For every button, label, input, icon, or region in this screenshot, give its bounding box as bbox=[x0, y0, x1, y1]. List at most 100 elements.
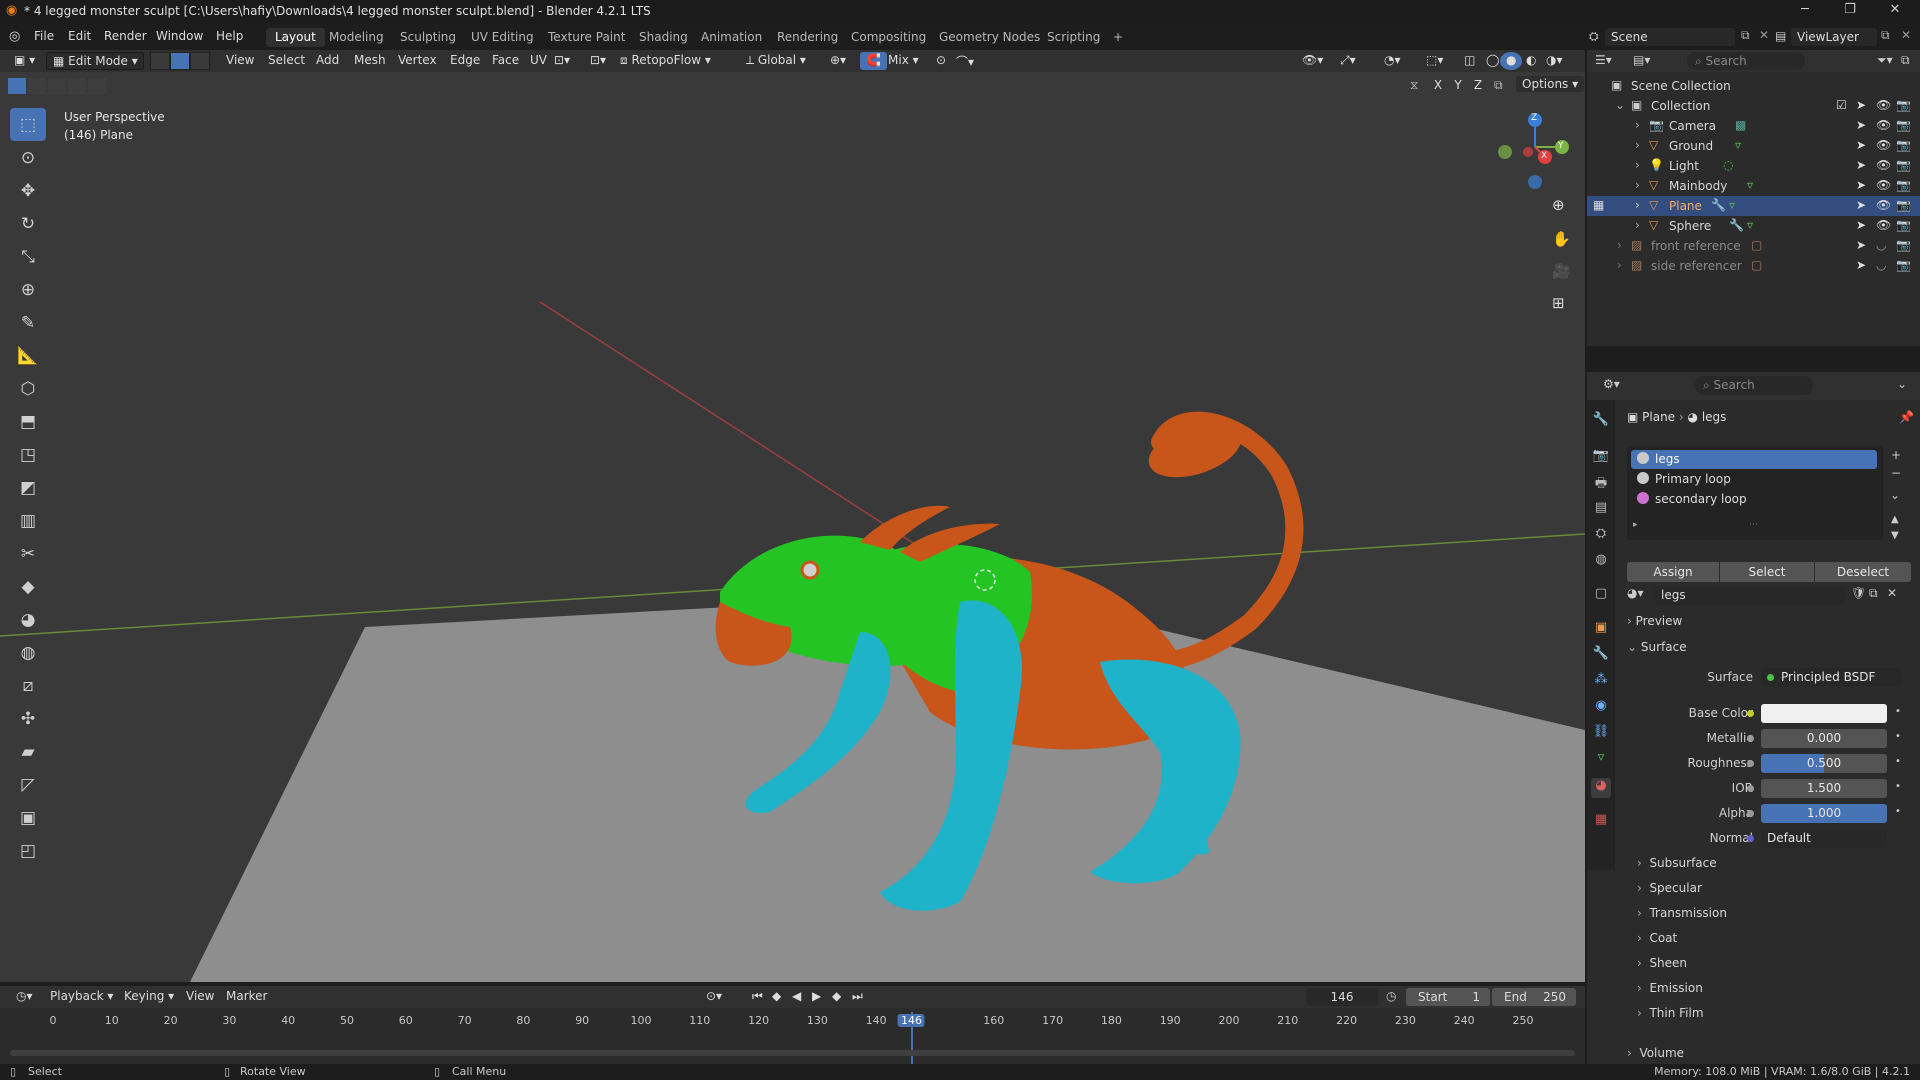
collection-select-icon[interactable]: ➤ bbox=[1856, 98, 1866, 112]
minimize-button[interactable]: ─ bbox=[1785, 2, 1825, 22]
select-icon[interactable]: ➤ bbox=[1856, 198, 1866, 212]
normal-field[interactable]: Default bbox=[1761, 829, 1887, 848]
metallic-field[interactable]: 0.000 bbox=[1761, 729, 1887, 748]
workspace-tab-modeling[interactable]: Modeling bbox=[320, 28, 393, 47]
surface-panel-header[interactable]: ⌄ Surface bbox=[1627, 640, 1917, 662]
modifiers-tab-icon[interactable]: 🔧 bbox=[1591, 646, 1611, 666]
outliner-item[interactable]: › ▽ Ground ▿ ➤ 👁 📷 bbox=[1587, 136, 1920, 156]
particles-tab-icon[interactable]: ⁂ bbox=[1591, 672, 1611, 692]
keyframe-dot-icon[interactable]: • bbox=[1895, 756, 1901, 767]
render-icon[interactable]: 📷 bbox=[1896, 158, 1911, 172]
alpha-field[interactable]: 1.000 bbox=[1761, 804, 1887, 823]
uv-sync-icon[interactable]: ⊡▾ bbox=[548, 52, 576, 70]
render-icon[interactable]: 📷 bbox=[1896, 218, 1911, 232]
fake-user-icon[interactable]: 🛡 bbox=[1851, 586, 1866, 600]
unlink-material-icon[interactable]: ✕ bbox=[1887, 586, 1897, 600]
mode-dropdown[interactable]: ▦ Edit Mode ▾ bbox=[46, 52, 144, 70]
select-subtract-icon[interactable] bbox=[48, 78, 66, 94]
collection-render-icon[interactable]: 📷 bbox=[1896, 98, 1911, 112]
expand-chevron-icon[interactable]: › bbox=[1635, 158, 1640, 172]
options-dropdown[interactable]: Options ▾ bbox=[1516, 76, 1585, 92]
retopo-tool-icon[interactable]: ▣ bbox=[10, 801, 46, 834]
coat-panel[interactable]: › Coat bbox=[1637, 931, 1677, 945]
expand-chevron-icon[interactable]: › bbox=[1635, 218, 1640, 232]
new-collection-icon[interactable]: ⧉ bbox=[1901, 53, 1910, 68]
sheen-panel[interactable]: › Sheen bbox=[1637, 956, 1687, 970]
rip-region-tool-icon[interactable]: ◸ bbox=[10, 768, 46, 801]
subsurface-panel[interactable]: › Subsurface bbox=[1637, 856, 1717, 870]
new-view-layer-icon[interactable]: ⧉ bbox=[1881, 28, 1890, 43]
mesh-edit-overlays-icon[interactable]: ⬚▾ bbox=[1420, 52, 1449, 70]
delete-scene-icon[interactable]: ✕ bbox=[1759, 28, 1769, 42]
rendered-shading-icon[interactable]: ◑▾ bbox=[1540, 52, 1569, 70]
texture-tab-icon[interactable]: ▦ bbox=[1591, 812, 1611, 832]
outliner-item[interactable]: › 💡 Light ◌ ➤ 👁 📷 bbox=[1587, 156, 1920, 176]
overlays-toggle-icon[interactable]: ◔▾ bbox=[1378, 52, 1407, 70]
outliner-item[interactable]: › ▨ front reference ▢ ➤ ◡ 📷 bbox=[1587, 236, 1920, 256]
auto-merge-icon[interactable]: ⧉ bbox=[1494, 78, 1503, 93]
maximize-button[interactable]: ❐ bbox=[1830, 2, 1870, 22]
render-icon[interactable]: 📷 bbox=[1896, 258, 1911, 272]
emission-panel[interactable]: › Emission bbox=[1637, 981, 1703, 995]
workspace-tab-animation[interactable]: Animation bbox=[692, 28, 771, 47]
start-frame-field[interactable]: Start 1 bbox=[1406, 988, 1490, 1006]
output-tab-icon[interactable]: 🖶 bbox=[1591, 474, 1611, 494]
smooth-tool-icon[interactable]: ◍ bbox=[10, 636, 46, 669]
outliner-scene-collection[interactable]: ▣ Scene Collection bbox=[1587, 76, 1920, 96]
select-invert-icon[interactable] bbox=[68, 78, 86, 94]
collection-tab-icon[interactable]: ▢ bbox=[1591, 586, 1611, 606]
retopoflow-button[interactable]: ⧈ RetopoFlow ▾ bbox=[614, 52, 717, 70]
collection-visibility-icon[interactable]: 👁 bbox=[1876, 98, 1891, 112]
playback-menu[interactable]: Playback ▾ bbox=[44, 988, 119, 1006]
workspace-tab-geometry-nodes[interactable]: Geometry Nodes bbox=[930, 28, 1049, 47]
poly-build-tool-icon[interactable]: ◆ bbox=[10, 570, 46, 603]
duplicate-material-icon[interactable]: ⧉ bbox=[1869, 586, 1878, 601]
expand-chevron-icon[interactable]: › bbox=[1617, 258, 1622, 272]
hidden-icon[interactable]: ◡ bbox=[1876, 238, 1886, 252]
workspace-tab-shading[interactable]: Shading bbox=[630, 28, 697, 47]
end-frame-field[interactable]: End 250 bbox=[1492, 988, 1576, 1006]
play-reverse-icon[interactable]: ◀ bbox=[786, 988, 807, 1006]
scene-name-field[interactable]: Scene bbox=[1605, 28, 1735, 46]
ortho-toggle-icon[interactable]: ⊞ bbox=[1552, 294, 1565, 312]
workspace-tab-layout[interactable]: Layout bbox=[266, 28, 325, 47]
workspace-tab-texture-paint[interactable]: Texture Paint bbox=[539, 28, 634, 47]
gizmo-y-label[interactable]: Y bbox=[1558, 141, 1564, 151]
hidden-icon[interactable]: ◡ bbox=[1876, 258, 1886, 272]
thin-film-panel[interactable]: › Thin Film bbox=[1637, 1006, 1704, 1020]
material-slot[interactable]: Primary loop bbox=[1631, 470, 1877, 489]
outliner-collection[interactable]: ⌄ ▣ Collection ☑ ➤ 👁 📷 bbox=[1587, 96, 1920, 116]
outliner-search-input[interactable]: ⌕ Search bbox=[1687, 52, 1805, 70]
properties-search-input[interactable]: ⌕ Search bbox=[1695, 376, 1813, 395]
timeline-view-menu[interactable]: View bbox=[180, 988, 220, 1006]
object-tab-icon[interactable]: ▣ bbox=[1591, 620, 1611, 640]
measure-tool-icon[interactable]: 📐 bbox=[10, 339, 46, 372]
playhead-frame-label[interactable]: 146 bbox=[897, 1014, 925, 1027]
select-extend-icon[interactable] bbox=[28, 78, 46, 94]
select-box-tool-icon[interactable]: ⬚ bbox=[10, 108, 46, 141]
keyframe-dot-icon[interactable]: • bbox=[1895, 781, 1901, 792]
view-layer-field[interactable]: ViewLayer bbox=[1791, 28, 1877, 46]
expand-chevron-icon[interactable]: › bbox=[1635, 198, 1640, 212]
add-slot-icon[interactable]: + bbox=[1891, 448, 1901, 462]
select-intersect-icon[interactable] bbox=[88, 78, 106, 94]
workspace-tab-compositing[interactable]: Compositing bbox=[842, 28, 935, 47]
delete-view-layer-icon[interactable]: ✕ bbox=[1901, 28, 1911, 42]
keyframe-dot-icon[interactable]: • bbox=[1895, 706, 1901, 717]
slot-specials-icon[interactable]: ⌄ bbox=[1890, 488, 1900, 502]
outliner-item[interactable]: ▦ › ▽ Plane 🔧 ▿ ➤ 👁 📷 bbox=[1587, 196, 1920, 216]
select-icon[interactable]: ➤ bbox=[1856, 158, 1866, 172]
render-icon[interactable]: 📷 bbox=[1896, 138, 1911, 152]
camera-view-icon[interactable]: 🎥 bbox=[1552, 262, 1571, 280]
loop-cut-tool-icon[interactable]: ▥ bbox=[10, 504, 46, 537]
scale-tool-icon[interactable]: ⤡ bbox=[10, 240, 46, 273]
jump-prev-keyframe-icon[interactable]: ◆ bbox=[766, 988, 787, 1006]
snap-mode-dropdown[interactable]: Mix ▾ bbox=[882, 52, 925, 70]
timeline-area[interactable]: 0 10 20 30 40 50 60 70 80 90 100 110 120 130 140 160 170… bbox=[0, 1008, 1585, 1064]
keying-menu[interactable]: Keying ▾ bbox=[118, 988, 180, 1006]
gizmo-x-label[interactable]: X bbox=[1541, 151, 1547, 161]
jump-end-icon[interactable]: ⏭ bbox=[846, 988, 869, 1006]
workspace-tab-uv-editing[interactable]: UV Editing bbox=[462, 28, 543, 47]
material-tab-icon[interactable]: ◕ bbox=[1591, 778, 1611, 798]
shear-tool-icon[interactable]: ▰ bbox=[10, 735, 46, 768]
